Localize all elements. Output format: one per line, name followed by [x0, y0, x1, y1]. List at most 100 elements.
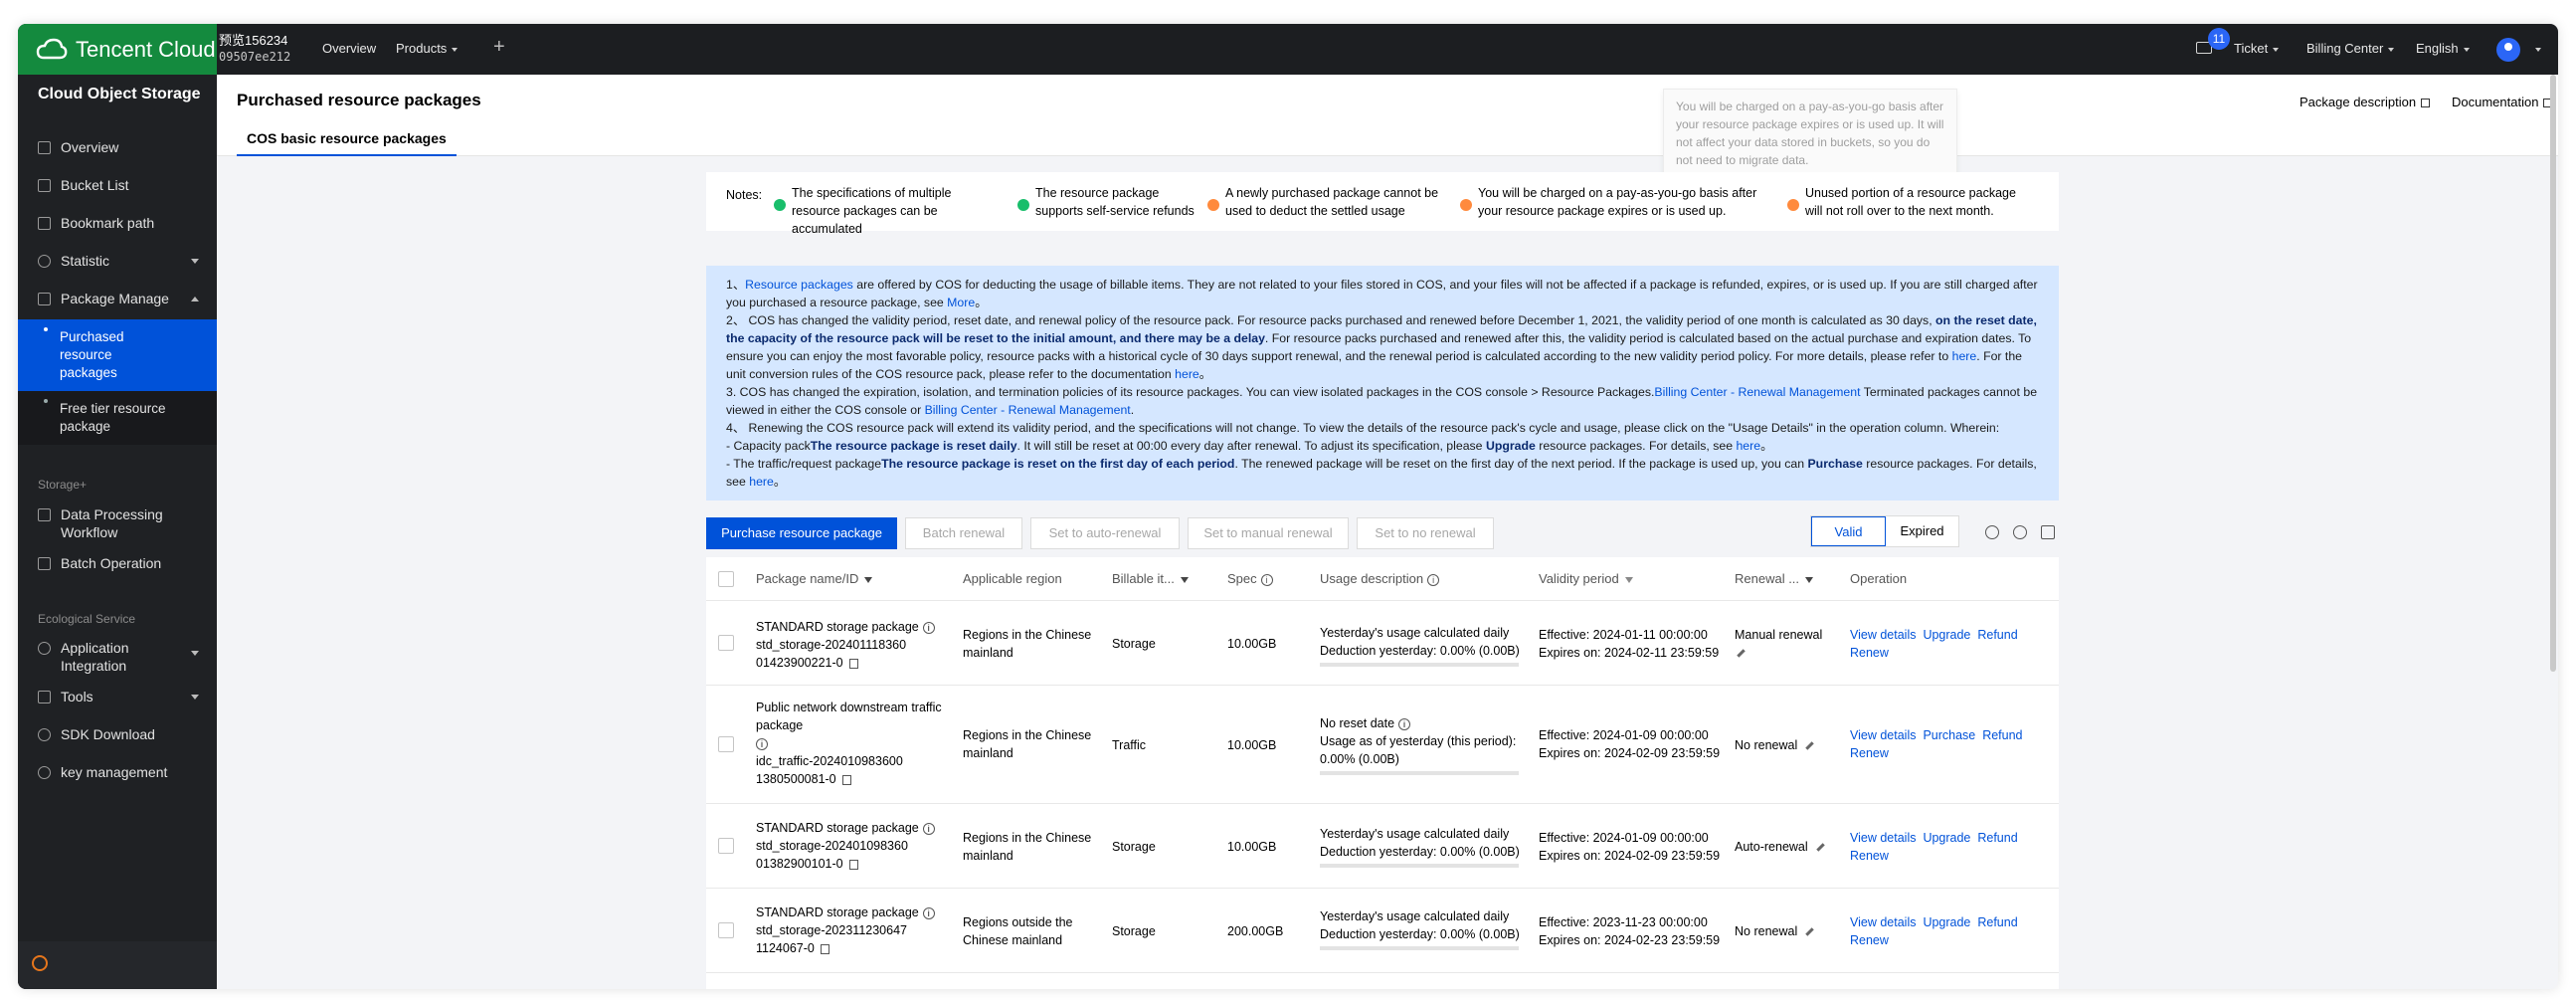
info-icon[interactable]: i	[922, 906, 935, 919]
row-checkbox[interactable]	[718, 635, 734, 651]
edit-icon[interactable]	[1805, 741, 1814, 750]
refresh-icon[interactable]	[2013, 525, 2027, 539]
copy-icon[interactable]	[848, 658, 858, 669]
sidebar-item-key-management[interactable]: key management	[18, 755, 217, 789]
info-icon[interactable]: i	[1427, 573, 1440, 586]
renew-link[interactable]: Renew	[1850, 933, 1889, 947]
view-details-link[interactable]: View details	[1850, 831, 1916, 845]
check-icon	[774, 199, 786, 211]
info-icon[interactable]: i	[1260, 573, 1273, 586]
tools-icon	[38, 690, 51, 703]
row-checkbox[interactable]	[718, 736, 734, 752]
sidebar-item-bookmark-path[interactable]: Bookmark path	[18, 206, 217, 240]
info-icon[interactable]: i	[1398, 717, 1411, 730]
purchase-link[interactable]: Purchase	[1923, 728, 1975, 742]
copy-icon[interactable]	[841, 774, 851, 785]
sidebar-item-bucket-list[interactable]: Bucket List	[18, 168, 217, 202]
documentation-link[interactable]: Documentation	[2452, 95, 2553, 109]
user-avatar[interactable]	[2496, 38, 2520, 62]
here-link[interactable]: here	[1175, 367, 1199, 381]
sidebar-item-sdk-download[interactable]: SDK Download	[18, 717, 217, 751]
here-link[interactable]: here	[1736, 439, 1760, 453]
sidebar-item-data-processing[interactable]: Data Processing Workflow	[18, 502, 217, 542]
refund-link[interactable]: Refund	[1977, 628, 2017, 642]
info-text: .	[1130, 403, 1135, 417]
usage-text: Yesterday's usage calculated daily	[1320, 909, 1510, 923]
settings-icon[interactable]	[1985, 525, 1999, 539]
row-checkbox[interactable]	[718, 922, 734, 938]
view-details-link[interactable]: View details	[1850, 728, 1916, 742]
here-link[interactable]: here	[1952, 349, 1977, 363]
renew-link[interactable]: Renew	[1850, 646, 1889, 660]
warning-icon	[1207, 199, 1219, 211]
renew-link[interactable]: Renew	[1850, 849, 1889, 863]
filter-icon[interactable]	[1180, 576, 1189, 583]
column-header-name[interactable]: Package name/ID	[756, 571, 873, 586]
add-shortcut-button[interactable]: +	[493, 36, 505, 59]
chevron-down-icon	[191, 259, 199, 264]
nav-products[interactable]: Products	[396, 41, 459, 56]
view-details-link[interactable]: View details	[1850, 915, 1916, 929]
nav-language[interactable]: English	[2416, 41, 2470, 56]
nav-billing-center[interactable]: Billing Center	[2306, 41, 2395, 56]
upgrade-link[interactable]: Upgrade	[1923, 831, 1970, 845]
tab-cos-basic-packages[interactable]: COS basic resource packages	[237, 129, 457, 156]
page-scrollbar[interactable]	[2550, 75, 2556, 672]
package-description-link[interactable]: Package description	[2300, 95, 2431, 109]
auto-renewal-button[interactable]: Set to auto-renewal	[1030, 517, 1180, 549]
column-header-renewal[interactable]: Renewal ...	[1735, 571, 1814, 586]
refund-link[interactable]: Refund	[1977, 915, 2017, 929]
cloud-logo-icon	[36, 38, 68, 59]
manual-renewal-button[interactable]: Set to manual renewal	[1188, 517, 1349, 549]
sidebar-item-purchased-packages[interactable]: Purchased resource packages	[18, 319, 217, 391]
upgrade-link[interactable]: Upgrade	[1923, 628, 1970, 642]
nav-overview[interactable]: Overview	[322, 41, 376, 56]
sidebar-item-statistic[interactable]: Statistic	[18, 244, 217, 278]
sidebar-item-overview[interactable]: Overview	[18, 130, 217, 164]
tencent-cloud-logo[interactable]: Tencent Cloud	[18, 24, 217, 75]
edit-icon[interactable]	[1815, 843, 1825, 852]
billing-renewal-link[interactable]: Billing Center - Renewal Management	[925, 403, 1131, 417]
renew-link[interactable]: Renew	[1850, 746, 1889, 760]
refund-link[interactable]: Refund	[1982, 728, 2022, 742]
feedback-icon[interactable]	[32, 955, 48, 971]
sidebar-item-free-tier[interactable]: Free tier resource package	[18, 391, 217, 445]
row-checkbox[interactable]	[718, 838, 734, 854]
account-info[interactable]: 预览156234 09507ee212	[219, 32, 290, 66]
copy-icon[interactable]	[848, 859, 858, 870]
resource-packages-link[interactable]: Resource packages	[745, 278, 853, 292]
sidebar-item-tools[interactable]: Tools	[18, 680, 217, 713]
view-details-link[interactable]: View details	[1850, 628, 1916, 642]
region-cell: Regions in the Chinese mainland	[963, 831, 1092, 863]
sidebar-item-batch-operation[interactable]: Batch Operation	[18, 546, 217, 580]
no-renewal-button[interactable]: Set to no renewal	[1357, 517, 1494, 549]
billing-renewal-link[interactable]: Billing Center - Renewal Management	[1654, 385, 1860, 399]
batch-renewal-button[interactable]: Batch renewal	[905, 517, 1022, 549]
purchase-package-button[interactable]: Purchase resource package	[706, 517, 897, 549]
info-icon[interactable]: i	[922, 822, 935, 835]
sort-icon[interactable]	[1624, 576, 1633, 583]
info-icon[interactable]: i	[922, 621, 935, 634]
copy-icon[interactable]	[820, 943, 829, 954]
select-all-checkbox[interactable]	[718, 571, 734, 587]
edit-icon[interactable]	[1737, 649, 1746, 658]
chevron-down-icon[interactable]	[2535, 48, 2541, 52]
info-icon[interactable]: i	[756, 737, 768, 750]
tab-expired[interactable]: Expired	[1886, 516, 1958, 546]
refund-link[interactable]: Refund	[1977, 831, 2017, 845]
filter-icon[interactable]	[1805, 576, 1814, 583]
sidebar-item-app-integration[interactable]: Application Integration	[18, 636, 217, 676]
upgrade-link[interactable]: Upgrade	[1923, 915, 1970, 929]
column-header-validity[interactable]: Validity period	[1539, 571, 1633, 586]
package-id: std_storage-202401118360	[756, 638, 907, 652]
tab-valid[interactable]: Valid	[1811, 516, 1886, 546]
expiry-date: Expires on: 2024-02-09 23:59:59	[1539, 849, 1721, 863]
here-link[interactable]: here	[749, 475, 774, 489]
download-icon[interactable]	[2041, 525, 2055, 539]
nav-ticket[interactable]: Ticket	[2234, 41, 2280, 56]
edit-icon[interactable]	[1805, 927, 1814, 936]
more-link[interactable]: More	[947, 296, 975, 309]
filter-icon[interactable]	[864, 576, 873, 583]
column-header-billable[interactable]: Billable it...	[1112, 571, 1189, 586]
sidebar-item-package-manage[interactable]: Package Manage	[18, 282, 217, 315]
